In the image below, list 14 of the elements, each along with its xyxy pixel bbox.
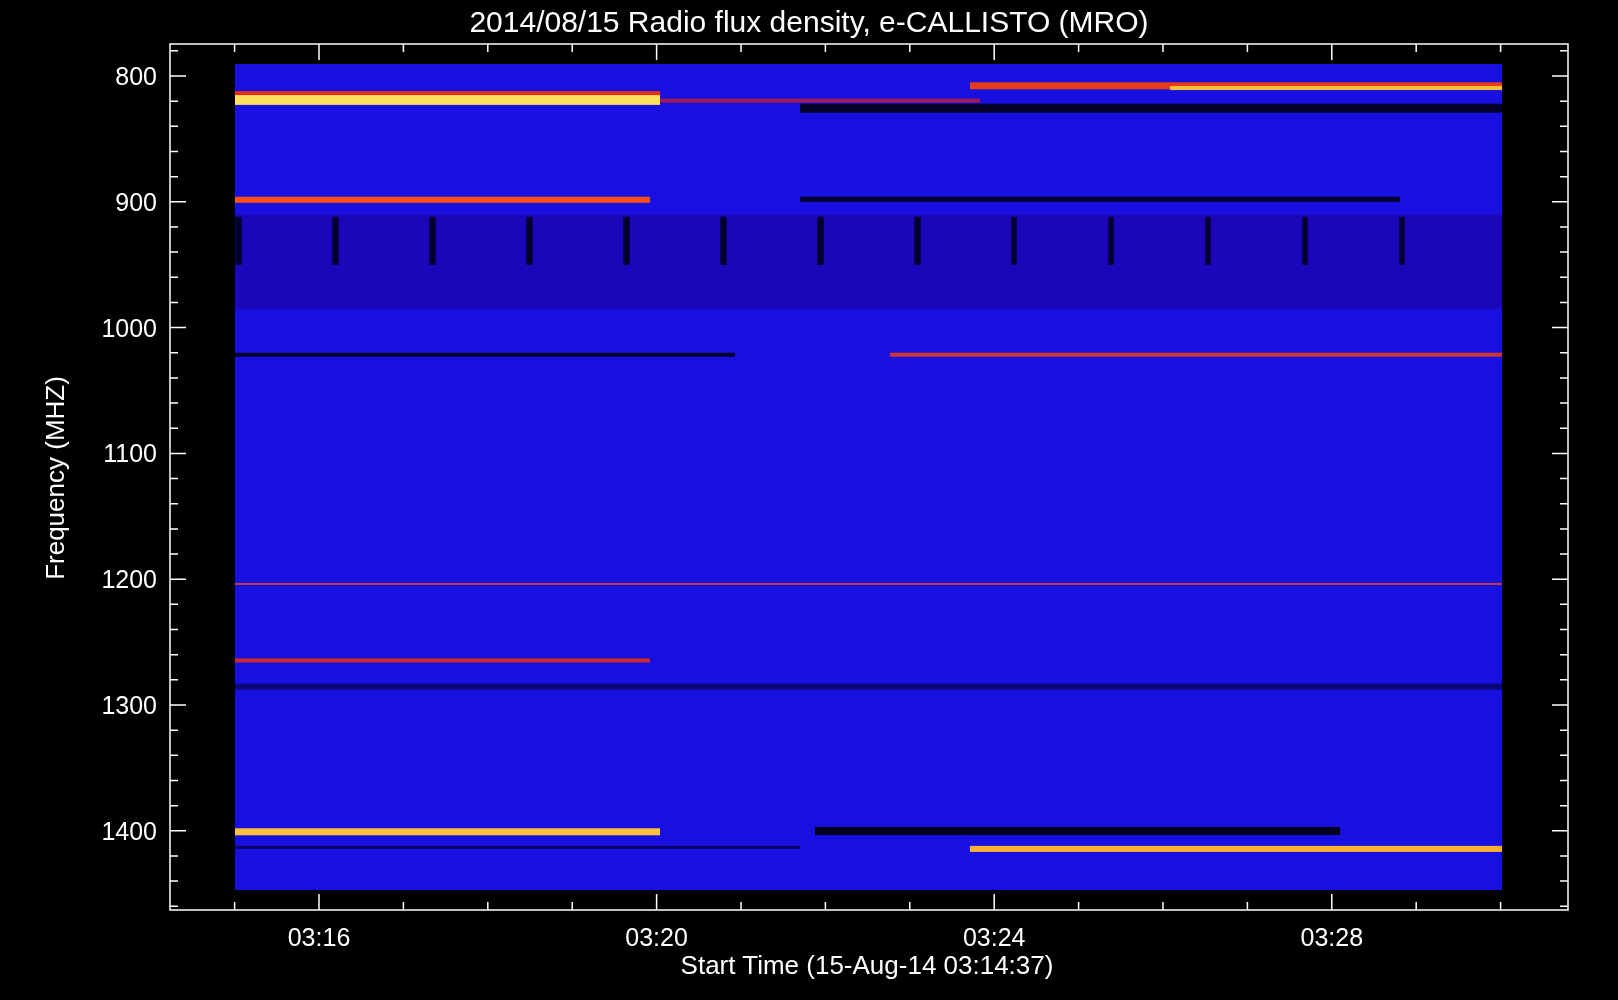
x-axis-label: Start Time (15-Aug-14 03:14:37) [680, 950, 1054, 980]
y-axis-label: Frequency (MHZ) [40, 376, 70, 580]
y-tick-label: 1000 [101, 313, 157, 342]
chart-title: 2014/08/15 Radio flux density, e-CALLISTO (MRO) [469, 5, 1149, 38]
y-tick-label: 1200 [101, 565, 157, 594]
y-tick-label: 1300 [101, 691, 157, 719]
x-tick-label: 03:24 [962, 923, 1026, 951]
y-tick-label: 1400 [101, 816, 157, 845]
x-tick-label: 03:16 [287, 923, 351, 951]
y-tick-label: 1100 [103, 439, 157, 468]
x-tick-label: 03:20 [625, 923, 688, 951]
y-tick-label: 900 [115, 187, 157, 216]
y-tick-label: 800 [115, 62, 157, 90]
x-tick-label: 03:28 [1300, 923, 1364, 951]
